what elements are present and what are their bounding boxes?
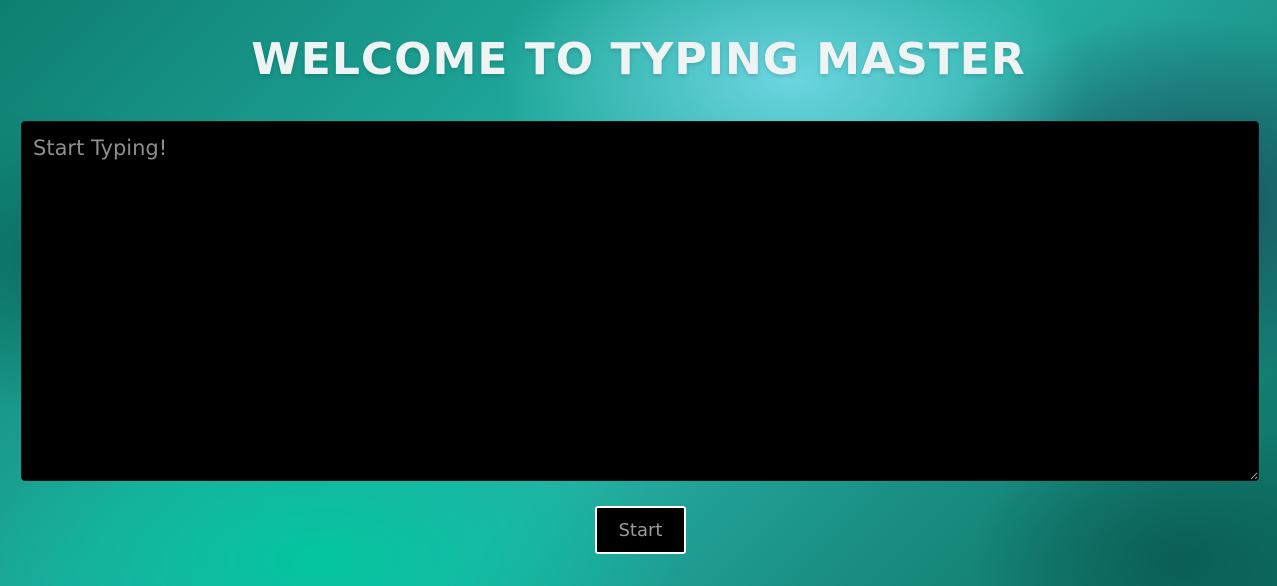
typing-input[interactable] bbox=[21, 121, 1259, 481]
start-button[interactable]: Start bbox=[595, 506, 686, 554]
page-title: WELCOME TO TYPING MASTER bbox=[251, 34, 1026, 85]
